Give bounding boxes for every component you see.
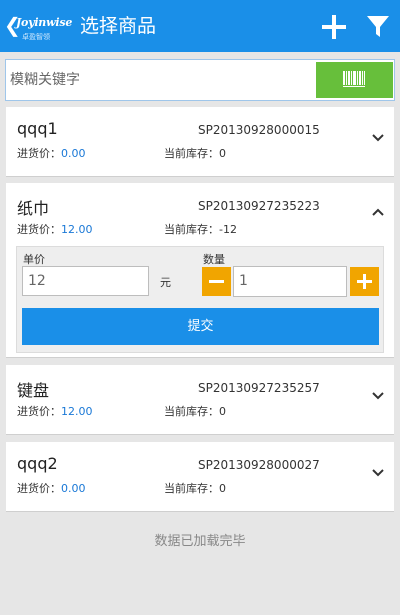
- brand-logo: Joyinwise: [16, 16, 73, 29]
- product-code: SP20130928000027: [198, 458, 320, 472]
- chevron-up-icon: [372, 208, 384, 216]
- price-value: 0.00: [61, 147, 86, 160]
- current-stock: 当前库存：0: [164, 480, 226, 496]
- quantity-label: 数量: [203, 253, 225, 266]
- filter-button[interactable]: [365, 14, 391, 40]
- decrease-quantity-button[interactable]: [202, 267, 231, 296]
- stock-label: 当前库存：: [164, 405, 219, 418]
- unit-price-label: 单价: [23, 253, 45, 266]
- add-product-button[interactable]: [320, 13, 348, 41]
- page-title: 选择商品: [80, 15, 157, 37]
- product-card-expanded[interactable]: 纸巾 SP20130927235223 进货价：12.00 当前库存：-12 单…: [6, 183, 394, 358]
- brand-subtitle: 卓盈智领: [22, 33, 50, 41]
- filter-icon: [367, 16, 389, 37]
- product-name: qqq2: [17, 454, 58, 473]
- stock-label: 当前库存：: [164, 223, 219, 236]
- barcode-icon: [343, 71, 365, 87]
- stock-value: -12: [219, 223, 237, 236]
- top-bar: ❮ Joyinwise 卓盈智领 选择商品: [0, 0, 400, 52]
- price-label: 进货价：: [17, 405, 61, 418]
- collapse-toggle[interactable]: [370, 205, 386, 221]
- product-card[interactable]: 键盘 SP20130927235257 进货价：12.00 当前库存：0: [6, 365, 394, 435]
- price-value: 12.00: [61, 405, 93, 418]
- product-code: SP20130928000015: [198, 123, 320, 137]
- stock-value: 0: [219, 482, 226, 495]
- purchase-price: 进货价：12.00: [17, 403, 93, 419]
- submit-button[interactable]: 提交: [22, 308, 379, 345]
- plus-icon-stroke: [332, 15, 336, 39]
- current-stock: 当前库存：0: [164, 403, 226, 419]
- current-stock: 当前库存：-12: [164, 221, 237, 237]
- price-value: 12.00: [61, 223, 93, 236]
- currency-unit: 元: [160, 276, 171, 289]
- purchase-price: 进货价：12.00: [17, 221, 93, 237]
- purchase-price: 进货价：0.00: [17, 480, 86, 496]
- search-bar: [5, 59, 395, 101]
- product-name: 纸巾: [17, 199, 50, 218]
- product-name: 键盘: [17, 381, 50, 400]
- increase-quantity-button[interactable]: [350, 267, 379, 296]
- chevron-down-icon: [372, 134, 384, 142]
- search-input[interactable]: [10, 65, 310, 95]
- chevron-down-icon: [372, 392, 384, 400]
- back-button[interactable]: ❮ Joyinwise 卓盈智领: [4, 12, 73, 42]
- stock-value: 0: [219, 405, 226, 418]
- expand-toggle[interactable]: [370, 129, 386, 145]
- price-label: 进货价：: [17, 482, 61, 495]
- product-card[interactable]: qqq1 SP20130928000015 进货价：0.00 当前库存：0: [6, 107, 394, 177]
- stock-value: 0: [219, 147, 226, 160]
- purchase-price: 进货价：0.00: [17, 145, 86, 161]
- product-name: qqq1: [17, 119, 58, 138]
- price-value: 0.00: [61, 482, 86, 495]
- current-stock: 当前库存：0: [164, 145, 226, 161]
- order-editor-panel: 单价 12 元 数量 1 提交: [16, 246, 384, 353]
- price-label: 进货价：: [17, 147, 61, 160]
- unit-price-input[interactable]: 12: [22, 266, 149, 296]
- stock-label: 当前库存：: [164, 147, 219, 160]
- chevron-down-icon: [372, 469, 384, 477]
- product-card[interactable]: qqq2 SP20130928000027 进货价：0.00 当前库存：0: [6, 442, 394, 512]
- price-label: 进货价：: [17, 223, 61, 236]
- expand-toggle[interactable]: [370, 387, 386, 403]
- product-code: SP20130927235257: [198, 381, 320, 395]
- scan-barcode-button[interactable]: [316, 62, 393, 98]
- load-complete-status: 数据已加载完毕: [154, 534, 246, 549]
- stock-label: 当前库存：: [164, 482, 219, 495]
- expand-toggle[interactable]: [370, 464, 386, 480]
- plus-icon-stroke: [363, 274, 366, 289]
- minus-icon: [209, 280, 224, 283]
- quantity-input[interactable]: 1: [233, 266, 347, 297]
- product-code: SP20130927235223: [198, 199, 320, 213]
